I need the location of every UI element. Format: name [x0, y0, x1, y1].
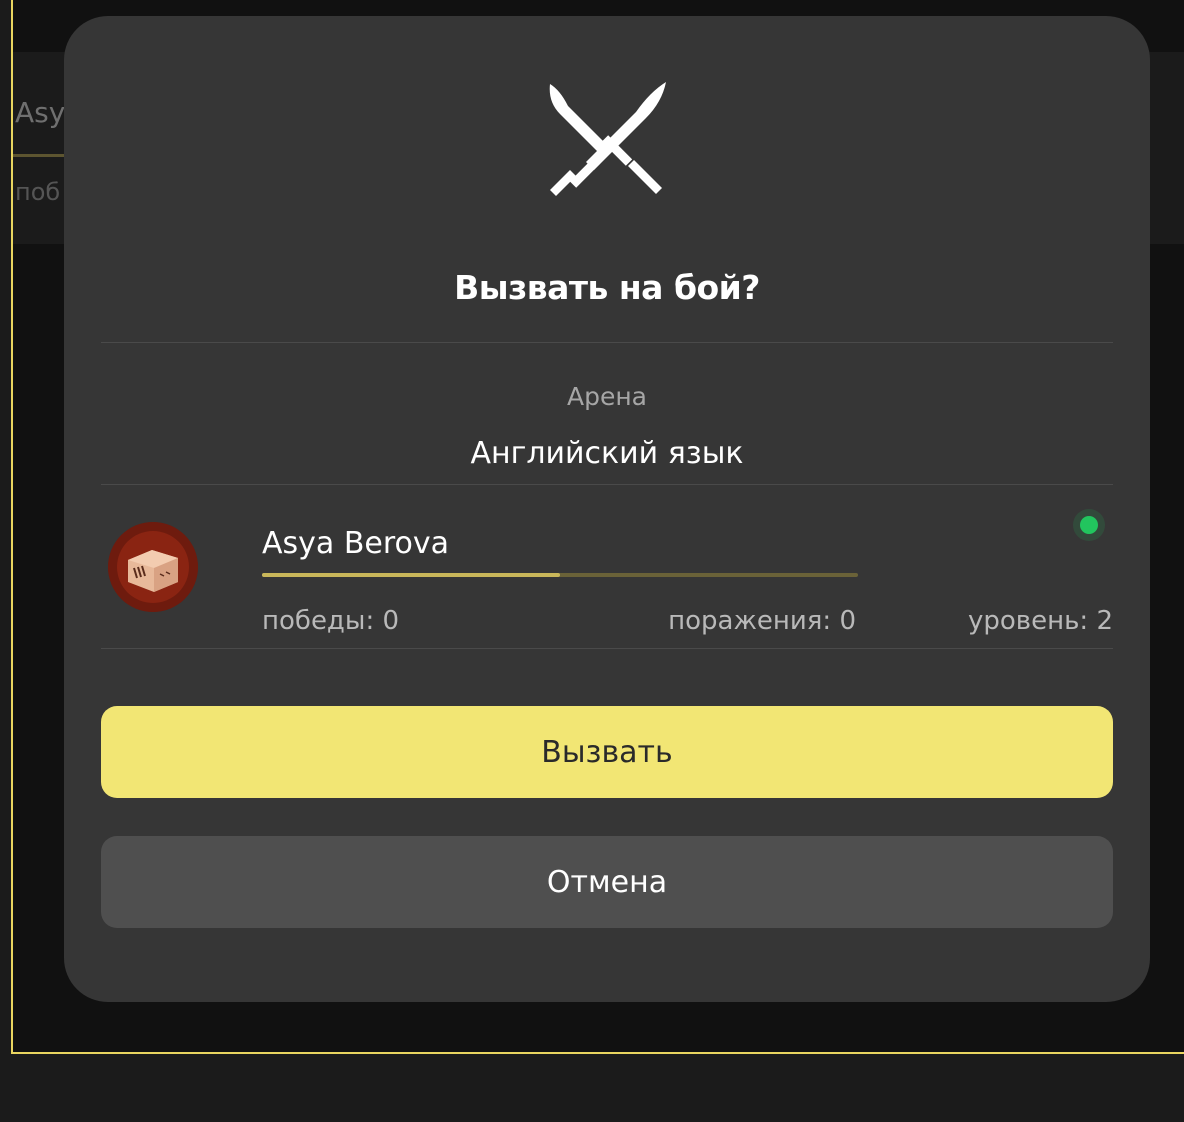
- avatar: [108, 522, 198, 612]
- rating-progress-fill: [262, 573, 560, 577]
- dialog-title: Вызвать на бой?: [454, 268, 760, 307]
- arena-value: Английский язык: [470, 436, 744, 471]
- background-player-name: Asy: [15, 96, 66, 129]
- box-avatar-icon: [108, 522, 198, 612]
- online-status-indicator: [1080, 516, 1098, 534]
- wins-count: победы: 0: [262, 606, 400, 636]
- divider: [101, 648, 1113, 649]
- rating-progress-bar: [262, 573, 858, 577]
- cancel-button[interactable]: Отмена: [101, 836, 1113, 928]
- losses-count: поражения: 0: [668, 606, 856, 636]
- opponent-name: Asya Berova: [262, 526, 450, 561]
- divider: [101, 342, 1113, 343]
- level-value: уровень: 2: [967, 606, 1113, 636]
- crossed-swords-icon: [549, 82, 666, 196]
- background-stats: поб: [15, 178, 61, 206]
- arena-label: Арена: [566, 382, 648, 411]
- divider: [101, 484, 1113, 485]
- challenge-button[interactable]: Вызвать: [101, 706, 1113, 798]
- challenge-dialog: Вызвать на бой? Арена Английский язык As…: [64, 16, 1150, 1002]
